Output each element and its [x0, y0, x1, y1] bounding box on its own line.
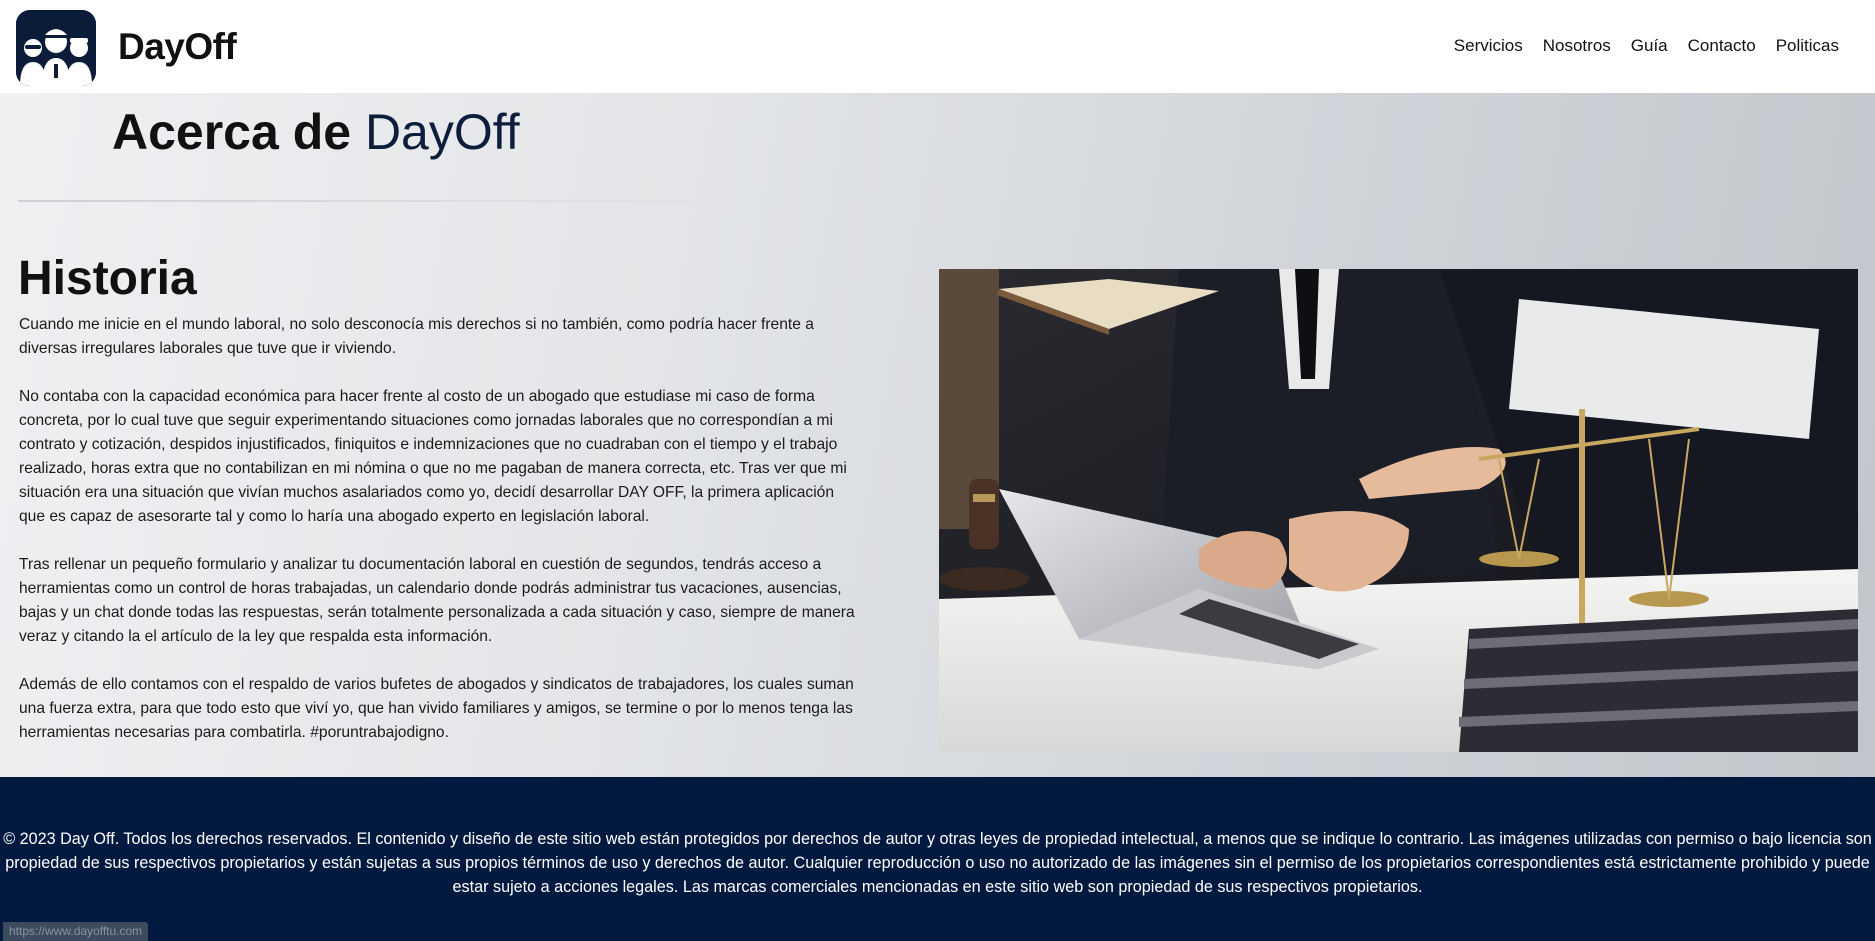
nav-link-servicios[interactable]: Servicios	[1454, 36, 1523, 56]
nav-link-guia[interactable]: Guía	[1631, 36, 1668, 56]
browser-status-url: https://www.dayofftu.com	[3, 922, 149, 941]
main-nav: Servicios Nosotros Guía Contacto Politic…	[1454, 36, 1839, 56]
brand-name[interactable]: DayOff	[118, 26, 237, 68]
nav-link-nosotros[interactable]: Nosotros	[1543, 36, 1611, 56]
history-paragraph: Tras rellenar un pequeño formulario y an…	[19, 556, 855, 645]
page-title-accent: DayOff	[364, 104, 520, 160]
history-paragraph: Además de ello contamos con el respaldo …	[19, 676, 854, 741]
page-title-prefix: Acerca de	[112, 104, 365, 160]
footer-copyright: © 2023 Day Off. Todos los derechos reser…	[3, 830, 1872, 896]
history-text: Cuando me inicie en el mundo laboral, no…	[19, 313, 864, 769]
site-footer: © 2023 Day Off. Todos los derechos reser…	[0, 777, 1875, 941]
section-divider	[18, 200, 718, 202]
legal-team-photo	[939, 269, 1858, 752]
history-paragraph: No contaba con la capacidad económica pa…	[19, 388, 847, 525]
history-title: Historia	[18, 252, 197, 305]
history-paragraph: Cuando me inicie en el mundo laboral, no…	[19, 316, 814, 357]
page-title: Acerca de DayOff	[112, 103, 520, 161]
site-header: DayOff Servicios Nosotros Guía Contacto …	[0, 0, 1875, 93]
nav-link-contacto[interactable]: Contacto	[1688, 36, 1756, 56]
about-section: Acerca de DayOff Historia Cuando me inic…	[0, 93, 1875, 777]
nav-link-politicas[interactable]: Politicas	[1776, 36, 1839, 56]
dayoff-logo-icon[interactable]	[16, 10, 96, 86]
